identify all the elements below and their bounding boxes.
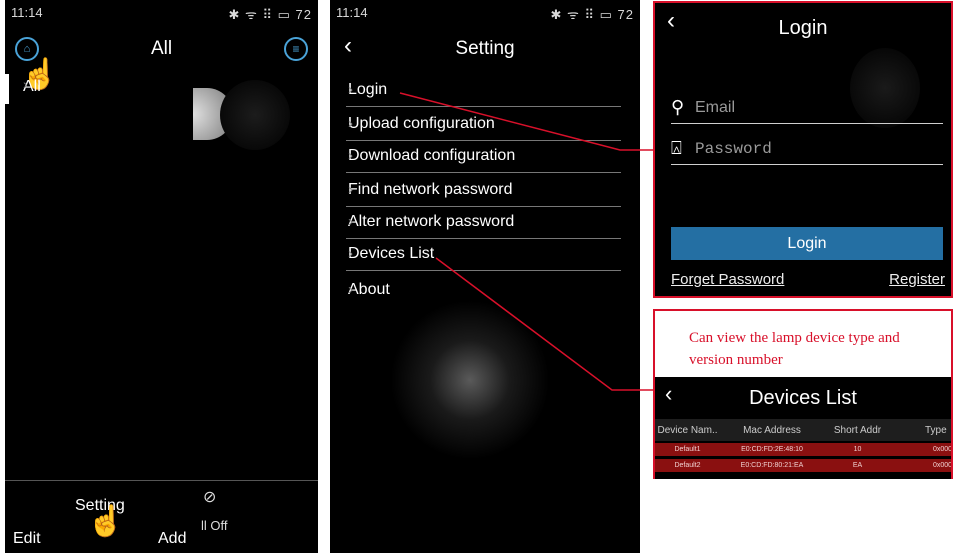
menu-item-find-network-password[interactable]: Find network password › xyxy=(346,176,621,207)
status-bar: 11:14 ✱ ᯤ ⠿ ▭ 72 xyxy=(5,0,318,22)
chevron-right-icon: › xyxy=(348,281,353,298)
callout-note: Can view the lamp device type and versio… xyxy=(689,330,900,368)
status-bar: 11:14 ✱ ᯤ ⠿ ▭ 72 xyxy=(330,0,640,22)
status-time: 11:14 xyxy=(336,5,368,20)
status-icons: ✱ ᯤ ⠿ ▭ 72 xyxy=(228,7,312,22)
pointer-hand-icon: ☝ xyxy=(87,505,125,538)
column-header: Device Nam.. xyxy=(657,424,718,436)
register-link[interactable]: Register xyxy=(889,271,945,288)
chevron-right-icon: › xyxy=(348,245,353,262)
add-button[interactable]: Add xyxy=(158,530,186,548)
lock-icon: ⍓ xyxy=(671,138,682,158)
menu-item-upload-configuration[interactable]: Upload configuration › xyxy=(346,110,621,141)
page-title: Setting xyxy=(455,38,515,59)
chevron-right-icon: › xyxy=(348,147,353,164)
email-placeholder: Email xyxy=(695,99,736,116)
table-cell: E0:CD:FD:2E:48:10 xyxy=(741,446,803,453)
setting-screen: 11:14 ✱ ᯤ ⠿ ▭ 72 ‹ Setting Login › Upload… xyxy=(330,0,640,553)
status-icons: ✱ ᯤ ⠿ ▭ 72 xyxy=(550,7,634,22)
table-header: Device Nam.. Mac Address Short Addr Type xyxy=(655,419,951,441)
login-title: Login xyxy=(778,17,828,39)
table-cell: EA xyxy=(852,462,863,469)
bulb-off-icon[interactable]: ⊘ xyxy=(203,487,216,507)
login-panel: ‹ Login ⚲ Email ⍓ Password Login Forget … xyxy=(653,1,953,298)
menu-item-alter-network-password[interactable]: Alter network password › xyxy=(346,208,621,239)
menu-icon[interactable]: ≡ xyxy=(284,37,308,61)
table-row[interactable]: Default1 E0:CD:FD:2E:48:10 10 0x000 xyxy=(655,443,951,456)
devices-list-panel: Can view the lamp device type and versio… xyxy=(653,309,953,479)
table-cell: Default1 xyxy=(674,446,701,453)
status-time: 11:14 xyxy=(11,5,43,20)
all-off-label[interactable]: ll Off xyxy=(201,518,228,533)
table-cell: 0x000 xyxy=(933,446,953,453)
edit-button[interactable]: Edit xyxy=(13,530,41,548)
user-icon: ⚲ xyxy=(671,97,685,117)
chevron-right-icon: › xyxy=(348,115,353,132)
home-screen: 11:14 ✱ ᯤ ⠿ ▭ 72 ⌂ ☝ All ≡ All › Edit Se… xyxy=(5,0,318,553)
devices-list-title: Devices List xyxy=(749,387,857,409)
chevron-right-icon: › xyxy=(348,81,353,98)
lamp-glow xyxy=(390,300,550,460)
table-row[interactable]: Default2 E0:CD:FD:80:21:EA EA 0x000 xyxy=(655,459,951,472)
password-field[interactable]: ⍓ Password xyxy=(671,138,943,165)
table-cell: Default2 xyxy=(674,462,701,469)
chevron-right-icon: › xyxy=(348,181,353,198)
chevron-right-icon: › xyxy=(348,213,353,230)
menu-item-devices-list[interactable]: Devices List › xyxy=(346,240,621,271)
chevron-right-icon: › xyxy=(23,76,28,92)
forget-password-link[interactable]: Forget Password xyxy=(671,271,784,288)
login-button[interactable]: Login xyxy=(671,227,943,260)
menu-item-download-configuration[interactable]: Download configuration › xyxy=(346,142,621,173)
menu-item-login[interactable]: Login › xyxy=(346,76,621,107)
column-header: Mac Address xyxy=(743,424,801,436)
column-header: Type xyxy=(925,424,947,436)
bottom-bar: Edit Setting ☝ Add xyxy=(5,480,318,553)
table-cell: 10 xyxy=(853,446,862,453)
devices-list-screen: ‹ Devices List Device Nam.. Mac Address … xyxy=(655,377,951,479)
table-cell: E0:CD:FD:80:21:EA xyxy=(740,462,804,469)
page-title: All xyxy=(150,38,173,59)
background-glow xyxy=(220,80,290,150)
password-placeholder: Password xyxy=(695,140,772,158)
group-item-all[interactable]: All › xyxy=(5,74,199,104)
email-field[interactable]: ⚲ Email xyxy=(671,97,943,124)
table-cell: 0x000 xyxy=(933,462,953,469)
column-header: Short Addr xyxy=(833,424,882,436)
